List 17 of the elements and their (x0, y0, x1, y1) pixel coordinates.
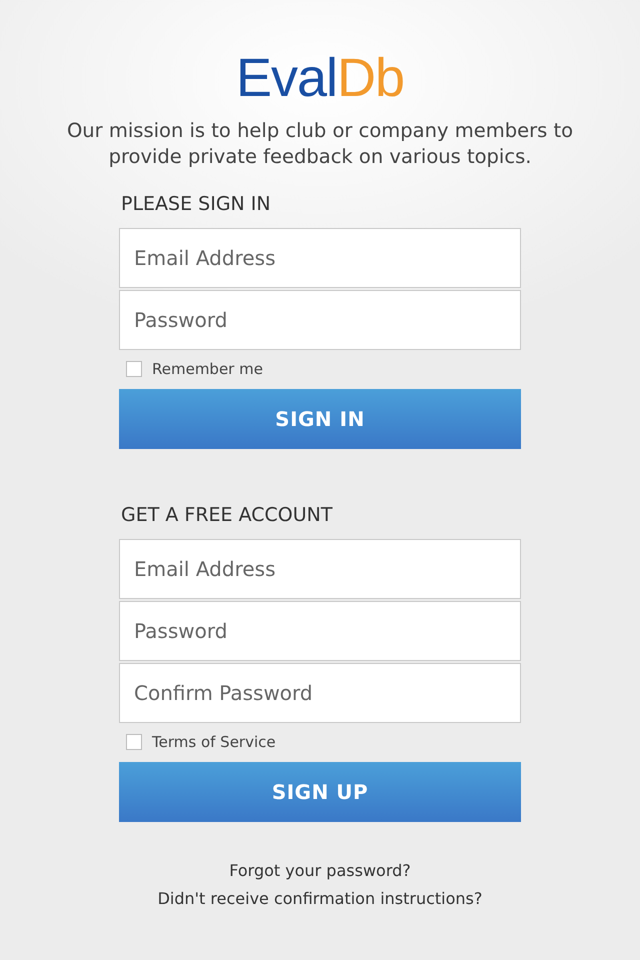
checkbox-label: Remember me (152, 360, 263, 378)
input-field[interactable]: Password (119, 290, 521, 350)
input-field[interactable]: Confirm Password (119, 663, 521, 723)
checkbox[interactable] (126, 361, 142, 377)
submit-button[interactable]: SIGN UP (119, 762, 521, 822)
section-heading: PLEASE SIGN IN (121, 192, 272, 216)
submit-button[interactable]: SIGN IN (119, 389, 521, 449)
input-field[interactable]: Email Address (119, 228, 521, 288)
link[interactable]: Didn't receive confirmation instructions? (158, 888, 482, 909)
checkbox-label: Terms of Service (152, 733, 276, 751)
input-field[interactable]: Email Address (119, 539, 521, 599)
link[interactable]: Forgot your password? (229, 860, 411, 881)
input-field[interactable]: Password (119, 601, 521, 661)
checkbox[interactable] (126, 734, 142, 750)
section-heading: GET A FREE ACCOUNT (121, 503, 334, 527)
mission-text: Our mission is to help club or company members to provide private feedback on various topics. (66, 118, 574, 170)
logo: EvalDb (236, 48, 404, 108)
